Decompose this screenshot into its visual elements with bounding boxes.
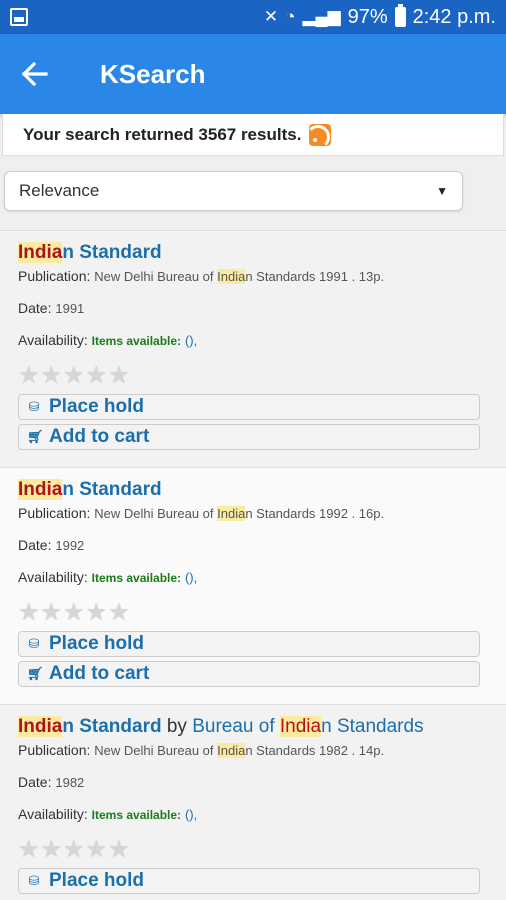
mute-icon: ✕ bbox=[263, 7, 279, 26]
hold-icon: ⛁ bbox=[28, 873, 40, 888]
rating-stars[interactable]: ★ ★ ★ ★ ★ bbox=[18, 601, 488, 625]
star-icon[interactable]: ★ bbox=[108, 601, 130, 625]
signal-icon: ▂▄▆ bbox=[302, 7, 341, 26]
star-icon[interactable]: ★ bbox=[63, 601, 85, 625]
page-title: KSearch bbox=[100, 58, 206, 89]
star-icon[interactable]: ★ bbox=[86, 364, 108, 388]
app-bar: KSearch bbox=[0, 34, 506, 114]
sort-select[interactable]: Relevance ▼ bbox=[4, 171, 463, 211]
item-title[interactable]: Indian Standard bbox=[18, 478, 488, 502]
star-icon[interactable]: ★ bbox=[86, 601, 108, 625]
item-publication: Publication: New Delhi Bureau of Indian … bbox=[18, 268, 385, 284]
place-hold-button[interactable]: ⛁ Place hold bbox=[18, 394, 480, 420]
add-to-cart-button[interactable]: 🛒︎ Add to cart bbox=[18, 661, 480, 687]
item-title[interactable]: Indian Standard by Bureau of Indian Stan… bbox=[18, 715, 488, 739]
gallery-notification-icon bbox=[10, 8, 28, 26]
hold-icon: ⛁ bbox=[28, 399, 40, 414]
sort-selected-value: Relevance bbox=[19, 181, 100, 200]
back-arrow-icon[interactable] bbox=[0, 34, 70, 114]
star-icon[interactable]: ★ bbox=[108, 364, 130, 388]
star-icon[interactable]: ★ bbox=[41, 601, 63, 625]
rating-stars[interactable]: ★ ★ ★ ★ ★ bbox=[18, 364, 488, 388]
list-item: Indian Standard Publication: New Delhi B… bbox=[0, 230, 506, 467]
status-bar: ✕ ◔ ▂▄▆ 97% 2:42 p.m. bbox=[0, 0, 506, 34]
item-date: Date: 1982 bbox=[18, 774, 85, 790]
list-item: Indian Standard by Bureau of Indian Stan… bbox=[0, 704, 506, 900]
item-availability: Availability: Items available: (), bbox=[18, 569, 198, 585]
place-hold-button[interactable]: ⛁ Place hold bbox=[18, 631, 480, 657]
item-availability: Availability: Items available: (), bbox=[18, 806, 198, 822]
star-icon[interactable]: ★ bbox=[41, 364, 63, 388]
results-list: Indian Standard Publication: New Delhi B… bbox=[0, 230, 506, 900]
rss-feed-icon[interactable] bbox=[309, 123, 332, 146]
hold-icon: ⛁ bbox=[28, 636, 40, 651]
item-publication: Publication: New Delhi Bureau of Indian … bbox=[18, 505, 385, 521]
clock: 2:42 p.m. bbox=[412, 5, 496, 28]
star-icon[interactable]: ★ bbox=[63, 838, 85, 862]
item-publication: Publication: New Delhi Bureau of Indian … bbox=[18, 742, 385, 758]
star-icon[interactable]: ★ bbox=[108, 838, 130, 862]
dropdown-caret-icon: ▼ bbox=[436, 184, 448, 198]
star-icon[interactable]: ★ bbox=[86, 838, 108, 862]
list-item: Indian Standard Publication: New Delhi B… bbox=[0, 467, 506, 704]
wifi-icon: ◔ bbox=[285, 7, 296, 26]
star-icon[interactable]: ★ bbox=[18, 364, 40, 388]
status-indicators: ✕ ◔ ▂▄▆ 97% 2:42 p.m. bbox=[263, 4, 496, 29]
item-date: Date: 1992 bbox=[18, 537, 85, 553]
star-icon[interactable]: ★ bbox=[18, 601, 40, 625]
cart-icon: 🛒︎ bbox=[27, 666, 44, 681]
item-date: Date: 1991 bbox=[18, 300, 85, 316]
battery-icon bbox=[394, 4, 406, 27]
item-title[interactable]: Indian Standard bbox=[18, 241, 488, 265]
item-author-link[interactable]: Bureau of Indian Standards bbox=[192, 716, 424, 737]
results-count-banner: Your search returned 3567 results. bbox=[2, 114, 504, 156]
item-availability: Availability: Items available: (), bbox=[18, 332, 198, 348]
cart-icon: 🛒︎ bbox=[27, 429, 44, 444]
rating-stars[interactable]: ★ ★ ★ ★ ★ bbox=[18, 838, 488, 862]
star-icon[interactable]: ★ bbox=[41, 838, 63, 862]
star-icon[interactable]: ★ bbox=[18, 838, 40, 862]
add-to-cart-button[interactable]: 🛒︎ Add to cart bbox=[18, 424, 480, 450]
results-count-text: Your search returned 3567 results. bbox=[23, 124, 302, 144]
star-icon[interactable]: ★ bbox=[63, 364, 85, 388]
battery-percent: 97% bbox=[347, 5, 388, 28]
place-hold-button[interactable]: ⛁ Place hold bbox=[18, 868, 480, 894]
